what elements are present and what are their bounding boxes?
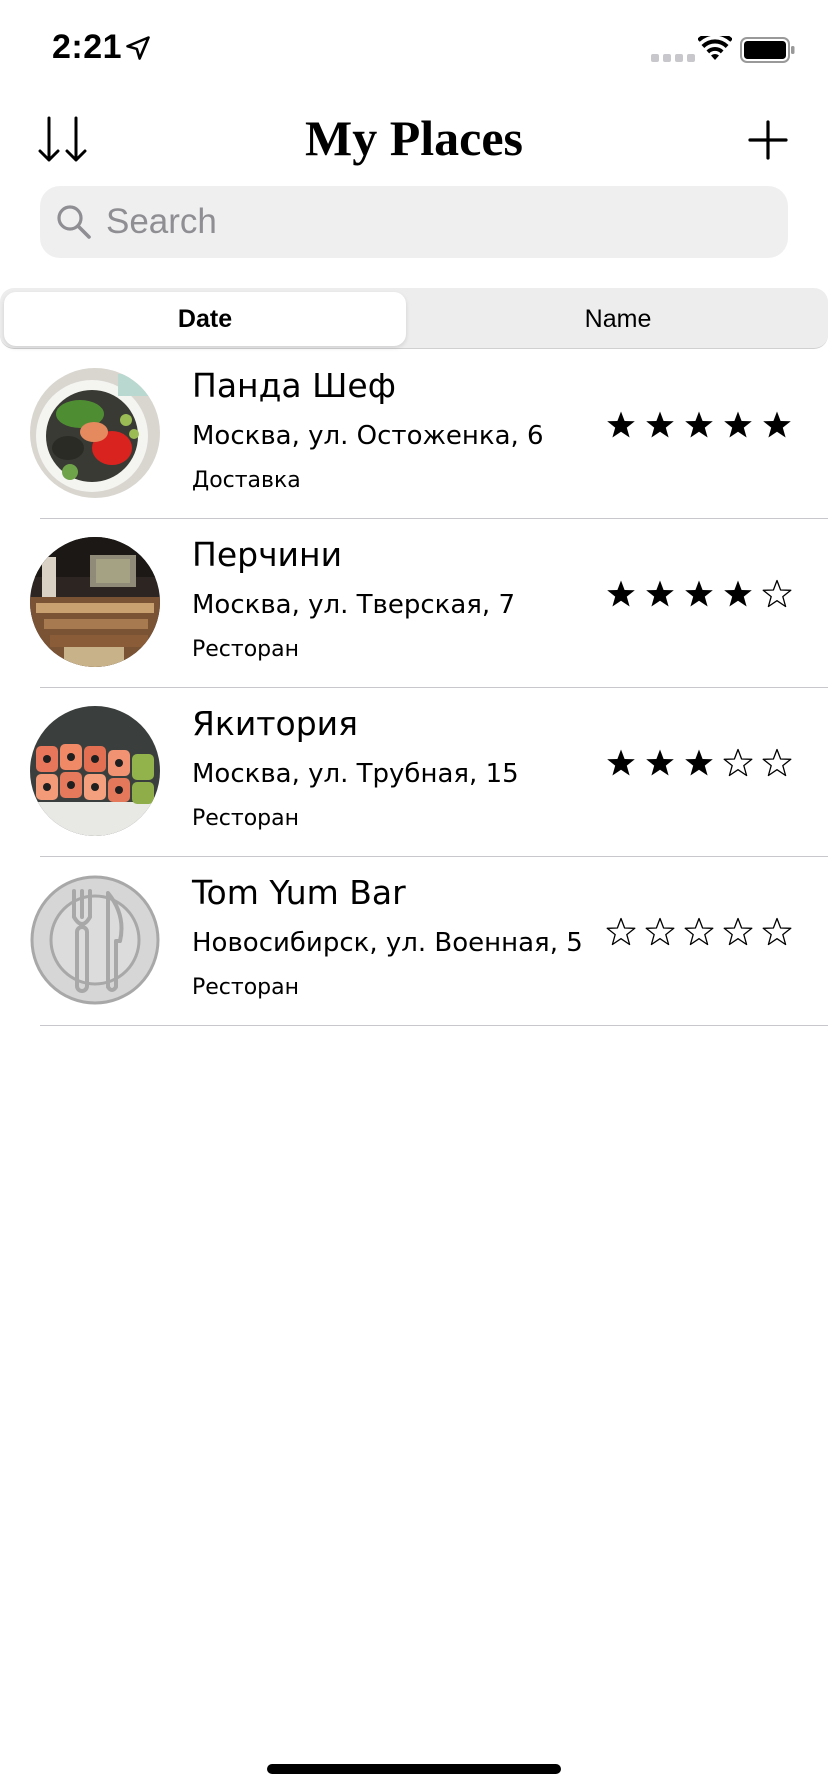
location-arrow-icon xyxy=(126,36,150,60)
rating-stars xyxy=(606,579,796,615)
empty-star-icon[interactable] xyxy=(645,917,675,947)
filled-star-icon[interactable] xyxy=(762,410,792,440)
empty-star-icon[interactable] xyxy=(762,579,792,609)
poke-bowl-photo xyxy=(30,368,160,498)
place-name: Перчини xyxy=(192,535,343,574)
empty-star-icon[interactable] xyxy=(762,917,792,947)
filled-star-icon[interactable] xyxy=(606,579,636,609)
search-input[interactable] xyxy=(100,186,782,258)
filled-star-icon[interactable] xyxy=(723,410,753,440)
filled-star-icon[interactable] xyxy=(684,410,714,440)
place-address: Москва, ул. Тверская, 7 xyxy=(192,590,516,620)
place-type: Ресторан xyxy=(192,806,300,831)
segment-name[interactable]: Name xyxy=(414,292,822,346)
fork-knife-placeholder-icon xyxy=(30,875,160,1005)
filled-star-icon[interactable] xyxy=(606,748,636,778)
filled-star-icon[interactable] xyxy=(645,410,675,440)
place-name: Панда Шеф xyxy=(192,366,396,405)
status-bar: 2:21 xyxy=(0,0,828,96)
plus-icon[interactable] xyxy=(740,112,796,168)
empty-star-icon[interactable] xyxy=(606,917,636,947)
empty-star-icon[interactable] xyxy=(684,917,714,947)
filled-star-icon[interactable] xyxy=(684,748,714,778)
empty-star-icon[interactable] xyxy=(723,917,753,947)
sushi-rolls-photo xyxy=(30,706,160,836)
rating-stars xyxy=(606,917,796,953)
empty-star-icon[interactable] xyxy=(762,748,792,778)
filled-star-icon[interactable] xyxy=(684,579,714,609)
place-name: Tom Yum Bar xyxy=(192,873,406,912)
list-item[interactable]: Перчини Москва, ул. Тверская, 7 Ресторан xyxy=(0,519,828,688)
wifi-icon xyxy=(698,36,732,60)
cellular-signal-icon xyxy=(651,54,695,62)
filled-star-icon[interactable] xyxy=(645,579,675,609)
place-address: Новосибирск, ул. Военная, 5 xyxy=(192,928,583,958)
segment-date[interactable]: Date xyxy=(4,292,406,346)
search-icon xyxy=(57,205,91,239)
home-indicator xyxy=(267,1764,561,1774)
place-type: Ресторан xyxy=(192,637,300,662)
status-time: 2:21 xyxy=(52,28,123,66)
list-item[interactable]: Якитория Москва, ул. Трубная, 15 Рестора… xyxy=(0,688,828,857)
filled-star-icon[interactable] xyxy=(723,579,753,609)
filled-star-icon[interactable] xyxy=(606,410,636,440)
place-type: Доставка xyxy=(192,468,301,493)
rating-stars xyxy=(606,748,796,784)
place-address: Москва, ул. Трубная, 15 xyxy=(192,759,519,789)
place-address: Москва, ул. Остоженка, 6 xyxy=(192,421,544,451)
navigation-bar: My Places xyxy=(0,96,828,184)
list-item[interactable]: Tom Yum Bar Новосибирск, ул. Военная, 5 … xyxy=(0,857,828,1026)
sort-segmented-control: Date Name xyxy=(0,288,828,349)
place-name: Якитория xyxy=(192,704,358,743)
page-title: My Places xyxy=(305,110,523,166)
rating-stars xyxy=(606,410,796,446)
places-list: Панда Шеф Москва, ул. Остоженка, 6 Доста… xyxy=(0,350,828,1026)
restaurant-interior-photo xyxy=(30,537,160,667)
place-type: Ресторан xyxy=(192,975,300,1000)
list-item[interactable]: Панда Шеф Москва, ул. Остоженка, 6 Доста… xyxy=(0,350,828,519)
empty-star-icon[interactable] xyxy=(723,748,753,778)
search-bar xyxy=(40,186,788,258)
battery-icon xyxy=(740,37,795,63)
filled-star-icon[interactable] xyxy=(645,748,675,778)
